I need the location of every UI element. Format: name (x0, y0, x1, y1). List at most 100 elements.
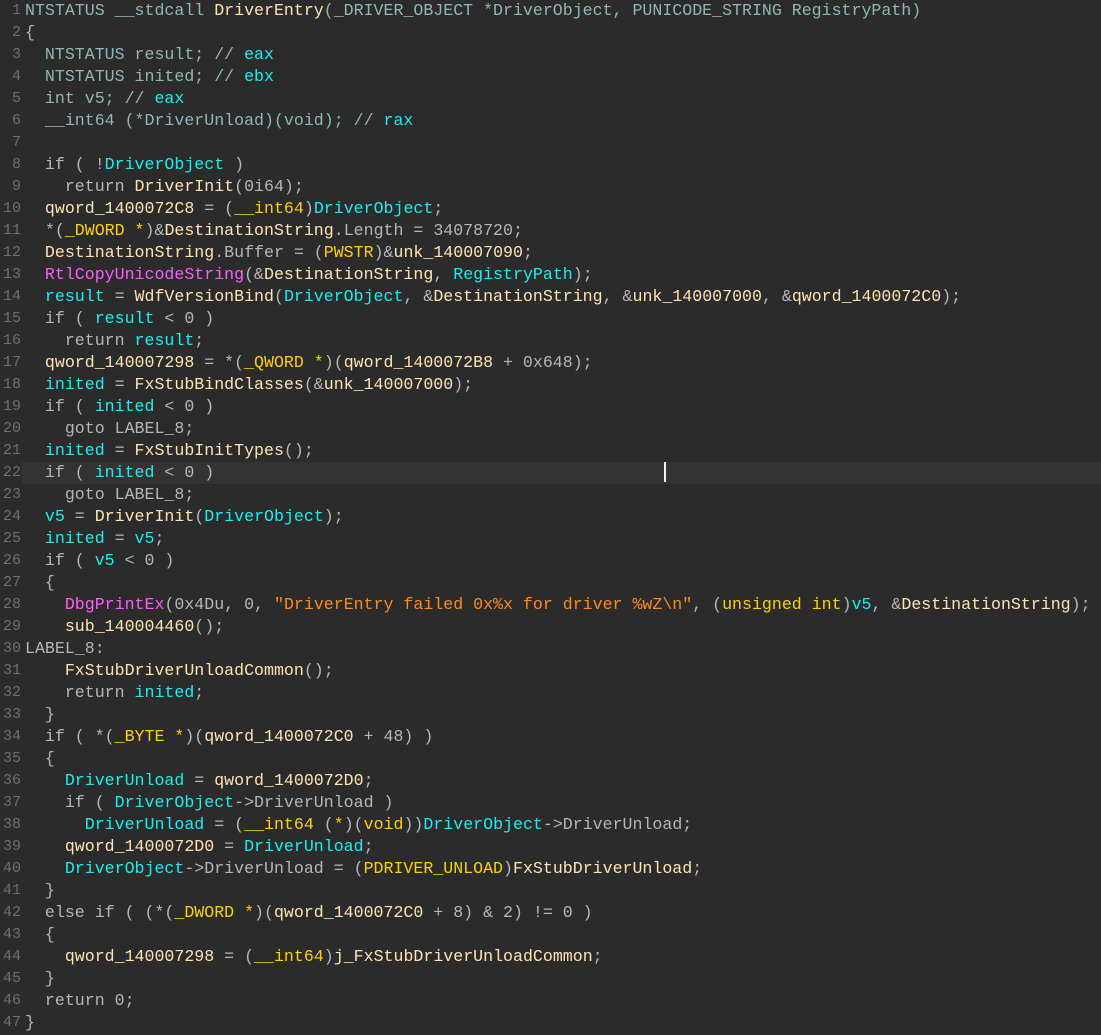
code-token[interactable]: = ( (194, 199, 234, 218)
code-token[interactable]: WdfVersionBind (135, 287, 274, 306)
code-token[interactable]: DriverUnload (65, 771, 185, 790)
code-line[interactable]: 3 NTSTATUS result; // eax (0, 44, 1101, 66)
code-token[interactable]: qword_140007298 (45, 353, 194, 372)
code-line[interactable]: 41 } (0, 880, 1101, 902)
code-token[interactable]: )( (184, 727, 204, 746)
code-line[interactable]: 43 { (0, 924, 1101, 946)
code-text[interactable]: if ( *(_BYTE *)(qword_1400072C0 + 48) ) (25, 726, 1101, 748)
code-text[interactable]: inited = v5; (25, 528, 1101, 550)
code-token[interactable]: inited (95, 397, 155, 416)
code-token[interactable]: int v5; // (25, 89, 154, 108)
code-token[interactable]: ->DriverUnload = ( (184, 859, 363, 878)
code-line[interactable]: 12 DestinationString.Buffer = (PWSTR)&un… (0, 242, 1101, 264)
code-token[interactable]: = (65, 507, 95, 526)
code-line[interactable]: 28 DbgPrintEx(0x4Du, 0, "DriverEntry fai… (0, 594, 1101, 616)
code-token[interactable]: ); (324, 507, 344, 526)
code-token[interactable] (25, 859, 65, 878)
code-line[interactable]: 18 inited = FxStubBindClasses(&unk_14000… (0, 374, 1101, 396)
code-token[interactable]: NTSTATUS result; // (25, 45, 244, 64)
code-token[interactable]: DestinationString (901, 595, 1070, 614)
code-token[interactable]: DriverUnload (85, 815, 205, 834)
code-token[interactable]: _DWORD * (174, 903, 254, 922)
code-token[interactable]: } (25, 705, 55, 724)
code-token[interactable]: __int64 (*DriverUnload)(void); // (25, 111, 383, 130)
code-line[interactable]: 10 qword_1400072C8 = (__int64)DriverObje… (0, 198, 1101, 220)
code-token[interactable]: ) (324, 947, 334, 966)
code-text[interactable]: inited = FxStubBindClasses(&unk_14000700… (25, 374, 1101, 396)
code-text[interactable]: return result; (25, 330, 1101, 352)
code-line[interactable]: 47} (0, 1012, 1101, 1034)
code-token[interactable]: { (25, 925, 55, 944)
code-line[interactable]: 21 inited = FxStubInitTypes(); (0, 440, 1101, 462)
code-token[interactable]: .Length = 34078720; (334, 221, 523, 240)
code-token[interactable]: LABEL_8: (25, 639, 105, 658)
code-token[interactable]: , & (603, 287, 633, 306)
pseudocode-view[interactable]: 1 NTSTATUS __stdcall DriverEntry(_DRIVER_… (0, 0, 1101, 1035)
code-token[interactable] (25, 199, 45, 218)
code-token[interactable]: DriverObject (314, 199, 434, 218)
code-token[interactable]: ) (503, 859, 513, 878)
code-line[interactable]: 11 *(_DWORD *)&DestinationString.Length … (0, 220, 1101, 242)
code-token[interactable]: RtlCopyUnicodeString (45, 265, 244, 284)
code-line[interactable]: 17 qword_140007298 = *(_QWORD *)(qword_1… (0, 352, 1101, 374)
code-token[interactable]: v5 (135, 529, 155, 548)
code-token[interactable]: = *( (194, 353, 244, 372)
code-line[interactable]: 40 DriverObject->DriverUnload = (PDRIVER… (0, 858, 1101, 880)
code-token[interactable]: v5 (95, 551, 115, 570)
code-token[interactable]: if ( (25, 309, 95, 328)
code-text[interactable]: result = WdfVersionBind(DriverObject, &D… (25, 286, 1101, 308)
code-token[interactable]: return (25, 177, 135, 196)
code-line[interactable]: 42 else if ( (*(_DWORD *)(qword_1400072C… (0, 902, 1101, 924)
code-token[interactable]: if ( ! (25, 155, 105, 174)
code-line[interactable]: 4 NTSTATUS inited; // ebx (0, 66, 1101, 88)
code-token[interactable]: inited (45, 529, 105, 548)
code-token[interactable] (25, 287, 45, 306)
code-token[interactable]: inited (135, 683, 195, 702)
code-token[interactable]: ( (274, 287, 284, 306)
code-token[interactable]: result (95, 309, 155, 328)
code-token[interactable] (25, 771, 65, 790)
code-token[interactable]: ->DriverUnload ) (234, 793, 393, 812)
code-token[interactable]: } (25, 969, 55, 988)
code-token[interactable]: ( (194, 507, 204, 526)
code-token[interactable]: = (184, 771, 214, 790)
code-token[interactable]: DbgPrintEx (65, 595, 165, 614)
code-text[interactable]: FxStubDriverUnloadCommon(); (25, 660, 1101, 682)
code-token[interactable]: (0i64); (234, 177, 304, 196)
code-line[interactable]: 13 RtlCopyUnicodeString(&DestinationStri… (0, 264, 1101, 286)
code-text[interactable]: { (25, 22, 1101, 44)
code-token[interactable]: qword_1400072B8 (344, 353, 493, 372)
code-token[interactable] (25, 617, 65, 636)
code-token[interactable]: DriverInit (135, 177, 235, 196)
code-token[interactable]: ; (692, 859, 702, 878)
code-token[interactable]: DriverUnload (244, 837, 364, 856)
code-line[interactable]: 31 FxStubDriverUnloadCommon(); (0, 660, 1101, 682)
code-token[interactable]: ) (842, 595, 852, 614)
code-line[interactable]: 36 DriverUnload = qword_1400072D0; (0, 770, 1101, 792)
code-token[interactable]: DestinationString (264, 265, 433, 284)
code-token[interactable]: _DWORD * (65, 221, 145, 240)
code-text[interactable]: DriverObject->DriverUnload = (PDRIVER_UN… (25, 858, 1101, 880)
code-token[interactable]: < 0 ) (154, 309, 214, 328)
code-line[interactable]: 30 LABEL_8: (0, 638, 1101, 660)
code-token[interactable]: )( (344, 815, 364, 834)
code-text[interactable]: RtlCopyUnicodeString(&DestinationString,… (25, 264, 1101, 286)
code-token[interactable]: ebx (244, 67, 274, 86)
code-line[interactable]: 1 NTSTATUS __stdcall DriverEntry(_DRIVER_… (0, 0, 1101, 22)
code-token[interactable]: ; (593, 947, 603, 966)
code-token[interactable]: DestinationString (45, 243, 214, 262)
code-line[interactable]: 20 goto LABEL_8; (0, 418, 1101, 440)
code-token[interactable]: _BYTE * (115, 727, 185, 746)
code-line[interactable]: 19 if ( inited < 0 ) (0, 396, 1101, 418)
code-line[interactable]: 38 DriverUnload = (__int64 (*)(void))Dri… (0, 814, 1101, 836)
code-token[interactable]: ; (364, 837, 374, 856)
code-text[interactable]: LABEL_8: (25, 638, 1101, 660)
code-token[interactable] (25, 529, 45, 548)
code-token[interactable]: = (105, 287, 135, 306)
code-line[interactable]: 37 if ( DriverObject->DriverUnload ) (0, 792, 1101, 814)
code-token[interactable]: unk_140007000 (632, 287, 761, 306)
code-token[interactable]: sub_140004460 (65, 617, 194, 636)
code-text[interactable]: sub_140004460(); (25, 616, 1101, 638)
code-token[interactable]: goto LABEL_8; (25, 419, 194, 438)
code-token[interactable]: = ( (214, 947, 254, 966)
